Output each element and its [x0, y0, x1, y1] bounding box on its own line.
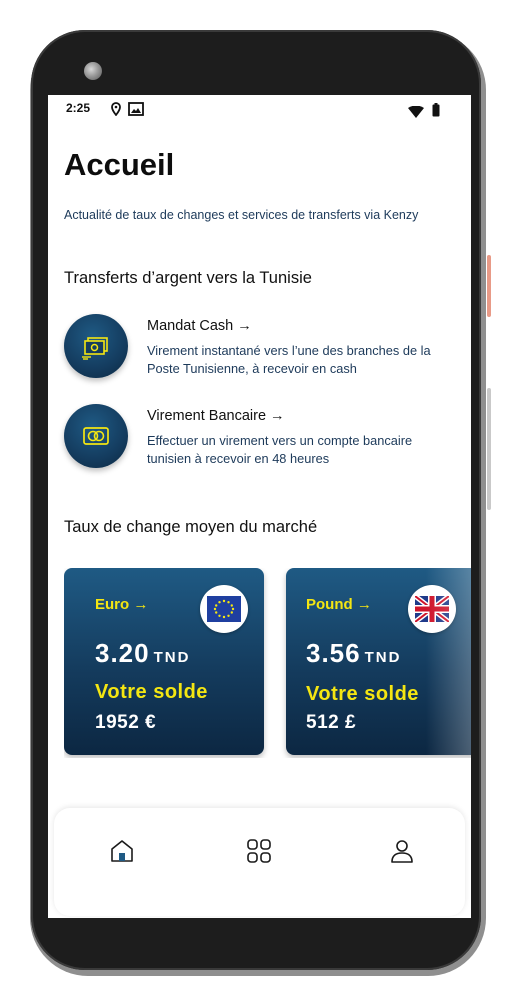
exchange-section-title: Taux de change moyen du marché [64, 518, 318, 536]
home-icon[interactable] [107, 836, 137, 866]
currency-carousel[interactable]: Euro → 3.20 TND Votre solde 1952 € Pound… [64, 568, 471, 758]
service-description: Virement instantané vers l’une des branc… [147, 343, 431, 376]
card-balance-label: Votre solde [306, 683, 419, 705]
status-bar: 2:25 [48, 95, 471, 123]
service-icon-circle [64, 404, 128, 468]
eu-flag-icon [200, 585, 248, 633]
card-balance-label: Votre solde [95, 681, 208, 703]
grid-icon[interactable] [244, 836, 274, 866]
card-currency-name[interactable]: Euro → [95, 596, 148, 613]
page-title: Accueil [64, 147, 175, 182]
service-description: Effectuer un virement vers un compte ban… [147, 433, 413, 466]
location-icon [110, 101, 122, 120]
profile-icon[interactable] [387, 836, 417, 866]
transfers-section-title: Transferts d’argent vers la Tunisie [64, 269, 312, 287]
bank-card-icon [83, 427, 109, 445]
service-item-mandat-cash[interactable]: Mandat Cash → Virement instantané vers l… [64, 314, 459, 384]
card-currency-name[interactable]: Pound → [306, 596, 372, 613]
card-balance: 1952 € [95, 712, 157, 733]
camera-icon [84, 62, 102, 80]
service-title[interactable]: Mandat Cash → [147, 318, 252, 334]
volume-button[interactable] [487, 388, 491, 510]
bottom-navigation [54, 808, 465, 916]
app-screen: 2:25 Accueil Actualité de taux de change… [48, 95, 471, 918]
currency-card-pound[interactable]: Pound → 3.56 TND Votre solde 512 £ [286, 568, 471, 755]
page-subtitle: Actualité de taux de changes et services… [64, 208, 419, 222]
status-time: 2:25 [66, 101, 91, 115]
currency-card-euro[interactable]: Euro → 3.20 TND Votre solde 1952 € [64, 568, 264, 755]
card-rate-unit: TND [153, 649, 191, 666]
card-rate: 3.20 TND [95, 638, 190, 669]
card-rate-value: 3.20 [95, 638, 150, 668]
wifi-icon [408, 103, 424, 122]
card-rate: 3.56 TND [306, 638, 401, 669]
power-button[interactable] [487, 255, 491, 317]
service-icon-circle [64, 314, 128, 378]
service-item-virement-bancaire[interactable]: Virement Bancaire → Effectuer un viremen… [64, 404, 459, 474]
service-title[interactable]: Virement Bancaire → [147, 408, 285, 424]
card-rate-unit: TND [364, 649, 402, 666]
photo-icon [128, 101, 144, 120]
card-balance: 512 £ [306, 712, 357, 733]
card-rate-value: 3.56 [306, 638, 361, 668]
battery-icon [432, 102, 440, 121]
cash-icon [82, 337, 108, 360]
card-fade-overlay [426, 568, 471, 755]
